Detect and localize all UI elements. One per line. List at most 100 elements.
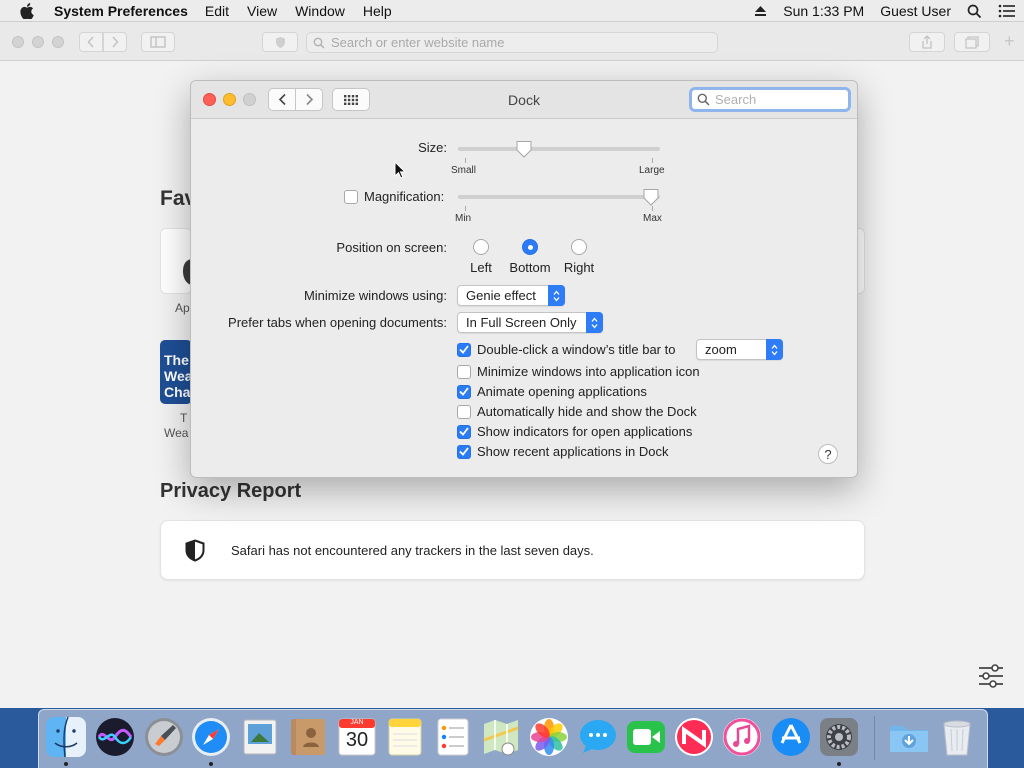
tabs-icon <box>965 35 979 49</box>
privacy-report-card[interactable]: Safari has not encountered any trackers … <box>160 520 865 580</box>
facetime-icon[interactable] <box>625 716 667 758</box>
prefer-tabs-value: In Full Screen Only <box>466 315 577 330</box>
magnification-checkbox-box[interactable] <box>344 189 358 204</box>
favorite-tile-weather-channel[interactable]: The Wea Cha <box>160 340 192 404</box>
menu-window[interactable]: Window <box>286 3 354 19</box>
minimize-effect-popup[interactable]: Genie effect <box>457 285 565 306</box>
chevron-right-icon <box>112 36 119 48</box>
favorite-label-weather-2[interactable]: Wea <box>164 426 188 440</box>
prefer-tabs-popup[interactable]: In Full Screen Only <box>457 312 603 333</box>
checkmark-icon[interactable] <box>457 342 471 357</box>
launchpad-icon[interactable] <box>143 716 185 758</box>
calendar-day: 30 <box>345 729 369 751</box>
position-right-label[interactable]: Right <box>549 260 609 275</box>
privacy-report-button[interactable] <box>262 32 298 52</box>
app-store-icon[interactable] <box>770 716 812 758</box>
sidebar-toggle-button[interactable] <box>141 32 175 52</box>
safari-minimize-button[interactable] <box>32 36 44 48</box>
favorite-tile-apple[interactable] <box>160 228 193 294</box>
magnification-min-label: Min <box>455 213 472 224</box>
messages-icon[interactable] <box>577 716 619 758</box>
chevron-right-icon <box>305 93 313 106</box>
back-button[interactable] <box>268 88 296 111</box>
safari-icon[interactable] <box>190 716 232 758</box>
safari-forward-button[interactable] <box>103 32 127 52</box>
checkbox-box[interactable] <box>457 404 471 419</box>
start-page-settings-icon[interactable] <box>978 664 1004 691</box>
itunes-icon[interactable] <box>721 716 763 758</box>
checkmark-icon[interactable] <box>457 444 471 459</box>
position-bottom-radio[interactable] <box>522 239 538 255</box>
finder-running-indicator <box>64 762 68 766</box>
safari-zoom-button[interactable] <box>52 36 64 48</box>
minimize-into-app-icon-checkbox[interactable]: Minimize windows into application icon <box>457 364 700 379</box>
position-left-radio[interactable] <box>473 239 489 255</box>
size-slider-knob[interactable] <box>515 140 533 158</box>
double-click-action-popup[interactable]: zoom <box>696 339 783 360</box>
calendar-icon[interactable]: JAN 30 <box>336 716 378 758</box>
close-button[interactable] <box>203 93 216 106</box>
checkmark-icon[interactable] <box>457 424 471 439</box>
finder-icon[interactable] <box>45 716 87 758</box>
siri-icon[interactable] <box>94 716 136 758</box>
news-icon[interactable] <box>673 716 715 758</box>
favorite-label-apple[interactable]: Ap <box>175 301 190 315</box>
minimize-button[interactable] <box>223 93 236 106</box>
show-all-button[interactable] <box>332 88 370 111</box>
search-icon <box>697 93 710 106</box>
menu-bar: System Preferences Edit View Window Help… <box>0 0 1024 22</box>
magnification-slider-track[interactable] <box>458 195 660 199</box>
app-menu-system-preferences[interactable]: System Preferences <box>54 3 196 19</box>
notes-icon[interactable] <box>384 716 426 758</box>
dock: JAN 30 <box>38 709 988 768</box>
safari-close-button[interactable] <box>12 36 24 48</box>
favorite-label-weather-1[interactable]: T <box>180 411 187 425</box>
prefer-tabs-label: Prefer tabs when opening documents: <box>228 315 447 330</box>
menubar-clock[interactable]: Sun 1:33 PM <box>783 3 864 19</box>
menubar-user[interactable]: Guest User <box>880 3 951 19</box>
zoom-button[interactable] <box>243 93 256 106</box>
popup-arrows-icon <box>586 312 603 333</box>
size-min-tick <box>465 158 466 163</box>
search-placeholder: Search <box>715 92 757 107</box>
menu-help[interactable]: Help <box>354 3 401 19</box>
share-button[interactable] <box>909 32 945 52</box>
forward-button[interactable] <box>295 88 323 111</box>
checkbox-box[interactable] <box>457 364 471 379</box>
preview-icon[interactable] <box>239 716 281 758</box>
eject-icon[interactable] <box>754 5 767 17</box>
new-tab-button[interactable]: + <box>1004 31 1015 52</box>
menu-view[interactable]: View <box>238 3 286 19</box>
weather-tile-line-3: Cha <box>164 384 191 400</box>
notification-center-icon[interactable] <box>998 4 1016 18</box>
tab-overview-button[interactable] <box>954 32 990 52</box>
position-right-radio[interactable] <box>571 239 587 255</box>
size-max-label: Large <box>639 165 665 176</box>
magnification-checkbox[interactable]: Magnification: <box>344 189 444 204</box>
contacts-icon[interactable] <box>287 716 329 758</box>
show-recent-apps-checkbox[interactable]: Show recent applications in Dock <box>457 444 669 459</box>
spotlight-search-icon[interactable] <box>967 4 982 19</box>
trash-icon[interactable] <box>936 716 978 758</box>
checkmark-icon[interactable] <box>457 384 471 399</box>
size-slider-track[interactable] <box>458 147 660 151</box>
safari-back-button[interactable] <box>79 32 103 52</box>
magnification-slider-knob[interactable] <box>642 188 660 206</box>
dock-preferences-titlebar: Dock Search <box>191 81 857 119</box>
animate-opening-apps-checkbox[interactable]: Animate opening applications <box>457 384 647 399</box>
photos-icon[interactable] <box>528 716 570 758</box>
reminders-icon[interactable] <box>432 716 474 758</box>
search-field[interactable]: Search <box>689 87 851 112</box>
apple-menu-icon[interactable] <box>0 2 54 19</box>
show-indicators-checkbox[interactable]: Show indicators for open applications <box>457 424 692 439</box>
double-click-title-bar-checkbox[interactable]: Double-click a window’s title bar to <box>457 342 675 357</box>
system-preferences-icon[interactable] <box>818 716 860 758</box>
maps-icon[interactable] <box>480 716 522 758</box>
auto-hide-dock-checkbox[interactable]: Automatically hide and show the Dock <box>457 404 697 419</box>
safari-running-indicator <box>209 762 213 766</box>
address-bar[interactable]: Search or enter website name <box>306 32 718 53</box>
downloads-folder-icon[interactable] <box>888 716 930 758</box>
help-button[interactable]: ? <box>818 444 838 464</box>
menu-edit[interactable]: Edit <box>196 3 238 19</box>
popup-arrows-icon <box>548 285 565 306</box>
